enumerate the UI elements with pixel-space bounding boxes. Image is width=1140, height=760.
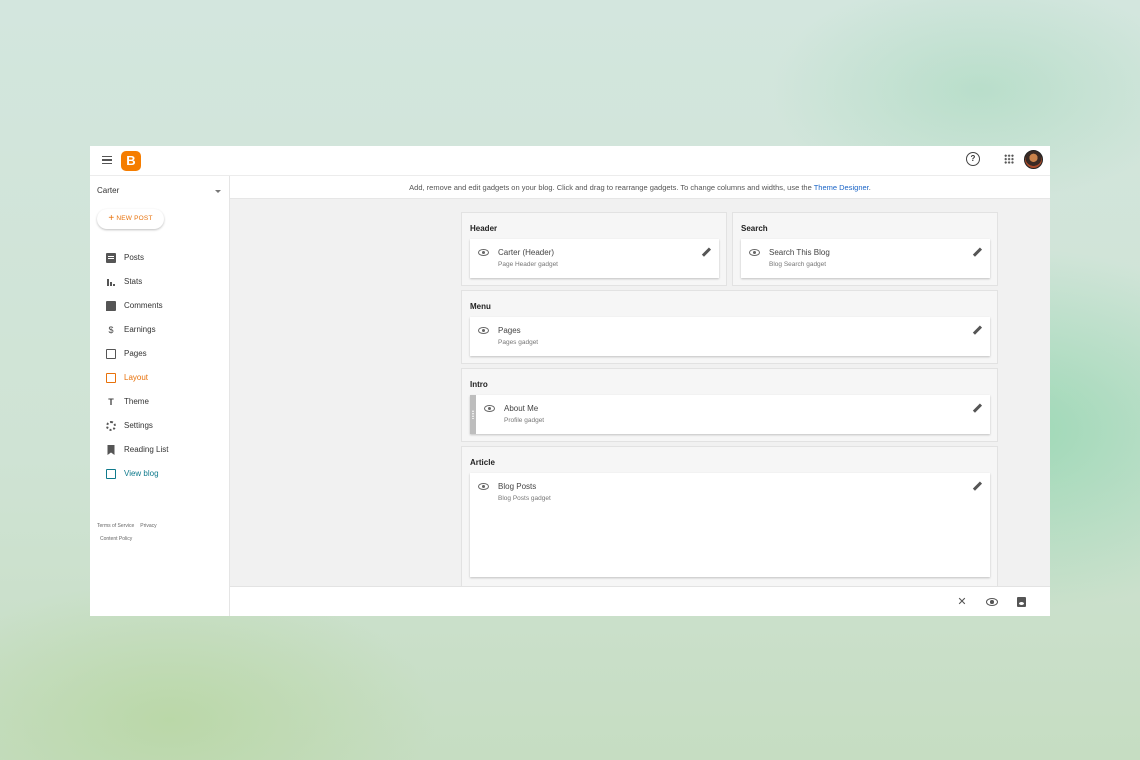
theme-designer-link[interactable]: Theme Designer: [814, 183, 869, 192]
edit-pencil-icon[interactable]: [972, 248, 981, 257]
sidebar-item-label: Layout: [124, 373, 149, 382]
info-end: .: [868, 183, 871, 192]
section-header: Header Carter (Header) Page Header gadge…: [461, 212, 727, 286]
section-title: Search: [741, 224, 768, 233]
layout-editor: Add, remove and edit gadgets on your blo…: [230, 176, 1050, 616]
plus-icon: +: [108, 213, 115, 224]
help-icon[interactable]: ?: [966, 152, 980, 166]
paint-roller-icon: T: [108, 397, 114, 407]
sidebar-item-label: Settings: [124, 421, 153, 430]
new-post-label: NEW POST: [116, 215, 153, 222]
gadget-name: Carter (Header): [498, 248, 555, 257]
eye-icon[interactable]: [478, 249, 489, 256]
section-title: Intro: [470, 380, 488, 389]
sidebar-item-earnings[interactable]: $ Earnings: [90, 318, 230, 342]
sidebar-item-label: Theme: [124, 397, 149, 406]
pages-icon: [106, 349, 116, 359]
sidebar-item-layout[interactable]: Layout: [90, 366, 230, 390]
gadget-type: Profile gadget: [504, 417, 545, 424]
save-icon[interactable]: [1016, 596, 1028, 608]
eye-icon[interactable]: [484, 405, 495, 412]
gadget-name: Search This Blog: [769, 248, 830, 257]
gadget-type: Blog Posts gadget: [498, 495, 551, 502]
gadget-name: About Me: [504, 404, 539, 413]
apps-grid-icon[interactable]: [1004, 154, 1014, 164]
sidebar-item-theme[interactable]: T Theme: [90, 390, 230, 414]
gadget-search[interactable]: Search This Blog Blog Search gadget: [741, 239, 990, 278]
sidebar-item-label: Earnings: [124, 325, 156, 334]
new-post-button[interactable]: + NEW POST: [97, 209, 164, 229]
edit-pencil-icon[interactable]: [972, 482, 981, 491]
section-title: Article: [470, 458, 495, 467]
privacy-link[interactable]: Privacy: [140, 523, 156, 529]
gadget-type: Blog Search gadget: [769, 261, 827, 268]
blogger-logo[interactable]: B: [121, 151, 141, 171]
blog-selector[interactable]: Carter: [97, 186, 223, 200]
sidebar-item-label: Comments: [124, 301, 163, 310]
sidebar-nav: Posts Stats Comments $ Earnings Pages La…: [90, 246, 230, 486]
comments-icon: [106, 301, 116, 311]
blogger-window: B ? Carter + NEW POST Posts Stats Comment…: [90, 146, 1050, 616]
blog-name: Carter: [97, 186, 120, 195]
eye-icon[interactable]: [478, 327, 489, 334]
sidebar-item-stats[interactable]: Stats: [90, 270, 230, 294]
section-intro: Intro About Me Profile gadget: [461, 368, 998, 442]
sidebar-item-comments[interactable]: Comments: [90, 294, 230, 318]
edit-pencil-icon[interactable]: [972, 326, 981, 335]
section-article: Article Blog Posts Blog Posts gadget: [461, 446, 998, 596]
gadget-type: Page Header gadget: [498, 261, 558, 268]
sidebar-item-pages[interactable]: Pages: [90, 342, 230, 366]
info-bar: Add, remove and edit gadgets on your blo…: [230, 176, 1050, 199]
section-search: Search Search This Blog Blog Search gadg…: [732, 212, 998, 286]
section-title: Header: [470, 224, 498, 233]
sidebar-item-label: Pages: [124, 349, 147, 358]
layout-icon: [106, 373, 116, 383]
gadget-name: Blog Posts: [498, 482, 537, 491]
sidebar-item-settings[interactable]: Settings: [90, 414, 230, 438]
sidebar: Carter + NEW POST Posts Stats Comments $ …: [90, 176, 230, 616]
gadget-pages[interactable]: Pages Pages gadget: [470, 317, 990, 356]
stats-icon: [106, 277, 116, 287]
sidebar-item-reading-list[interactable]: Reading List: [90, 438, 230, 462]
gear-icon: [106, 421, 116, 431]
section-menu: Menu Pages Pages gadget: [461, 290, 998, 364]
sidebar-item-label: Reading List: [124, 445, 169, 454]
gadget-type: Pages gadget: [498, 339, 539, 346]
edit-pencil-icon[interactable]: [972, 404, 981, 413]
eye-icon[interactable]: [478, 483, 489, 490]
content-policy-link[interactable]: Content Policy: [100, 536, 132, 542]
sidebar-item-label: View blog: [124, 469, 159, 478]
dollar-icon: $: [108, 325, 114, 335]
avatar[interactable]: [1024, 150, 1043, 169]
gadget-about-me[interactable]: About Me Profile gadget: [470, 395, 990, 434]
sidebar-item-label: Posts: [124, 253, 145, 262]
gadget-blog-posts[interactable]: Blog Posts Blog Posts gadget: [470, 473, 990, 577]
footer-links: Terms of Service Privacy Content Policy: [97, 520, 163, 546]
eye-icon[interactable]: [749, 249, 760, 256]
posts-icon: [106, 253, 116, 263]
section-title: Menu: [470, 302, 491, 311]
top-bar: B ?: [90, 146, 1050, 176]
bottom-action-bar: ✕: [230, 586, 1050, 616]
sidebar-item-posts[interactable]: Posts: [90, 246, 230, 270]
hamburger-menu-icon[interactable]: [102, 156, 112, 164]
gadget-header[interactable]: Carter (Header) Page Header gadget: [470, 239, 719, 278]
sidebar-item-view-blog[interactable]: View blog: [90, 462, 230, 486]
info-text: Add, remove and edit gadgets on your blo…: [409, 183, 814, 192]
drag-handle[interactable]: [470, 395, 476, 434]
terms-link[interactable]: Terms of Service: [97, 523, 134, 529]
edit-pencil-icon[interactable]: [701, 248, 710, 257]
bookmark-icon: [107, 445, 115, 455]
gadget-name: Pages: [498, 326, 521, 335]
open-external-icon: [106, 469, 116, 479]
sidebar-item-label: Stats: [124, 277, 143, 286]
preview-eye-icon[interactable]: [986, 596, 998, 608]
close-icon[interactable]: ✕: [956, 596, 968, 608]
caret-down-icon: [215, 190, 221, 193]
